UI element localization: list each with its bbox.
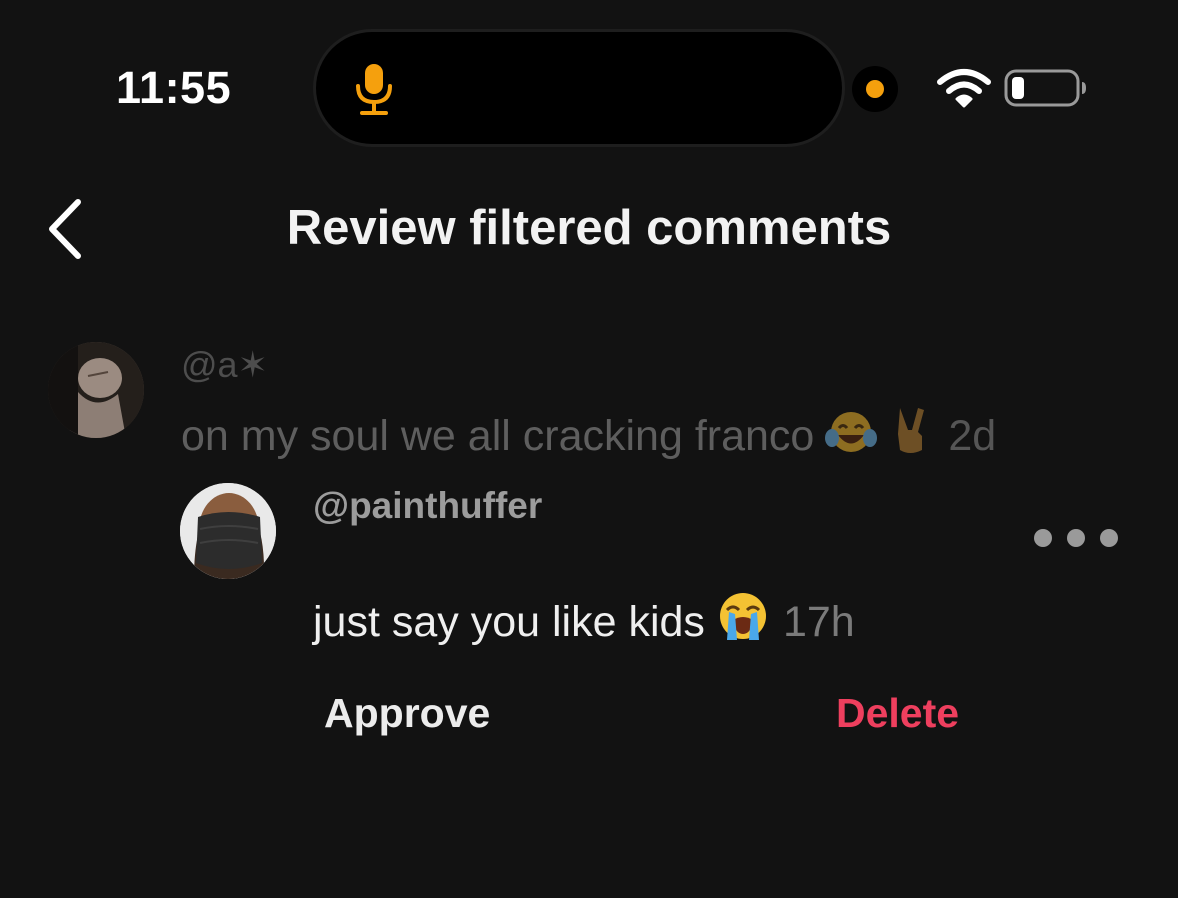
reply-timestamp: 17h — [782, 598, 855, 646]
comment-body: on my soul we all cracking franco 2d — [181, 404, 996, 461]
avatar-photo — [48, 342, 144, 438]
battery-icon — [1004, 69, 1086, 107]
comment-text: on my soul we all cracking franco — [181, 412, 815, 460]
loudly-crying-face-icon — [719, 593, 766, 640]
comment-username[interactable]: @a✶ — [181, 344, 268, 386]
victory-hand-icon — [898, 408, 925, 453]
microphone-icon — [356, 64, 392, 115]
reply-username[interactable]: @painthuffer — [313, 485, 542, 527]
camera-indicator-icon — [852, 66, 898, 112]
comment-timestamp: 2d — [948, 412, 997, 460]
page-title: Review filtered comments — [0, 200, 1178, 256]
wifi-icon — [937, 69, 991, 108]
more-dots-icon[interactable] — [1030, 524, 1124, 552]
reply-text: just say you like kids — [313, 598, 705, 646]
avatar-photo — [180, 483, 276, 579]
avatar[interactable] — [48, 342, 144, 438]
page-title-text: Review filtered comments — [286, 201, 892, 255]
approve-button[interactable]: Approve — [324, 690, 490, 737]
delete-button[interactable]: Delete — [836, 690, 959, 737]
face-with-tears-of-joy-icon — [825, 412, 878, 452]
reply-body: just say you like kids 17h — [313, 590, 855, 647]
status-time: 11:55 — [116, 62, 232, 113]
avatar[interactable] — [180, 483, 276, 579]
